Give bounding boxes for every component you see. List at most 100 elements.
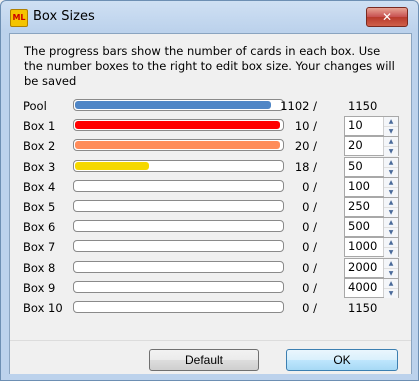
spin-down-icon[interactable]: ▼ [384, 227, 398, 238]
box-size-input[interactable] [345, 258, 384, 275]
progress-fill [75, 101, 271, 109]
box-label: Box 3 [23, 159, 56, 174]
spin-down-icon[interactable]: ▼ [384, 287, 398, 298]
title-bar: ML Box Sizes ✕ [1, 1, 418, 33]
window-title: Box Sizes [33, 9, 95, 24]
spinner-arrows: ▲ ▼ [383, 278, 398, 298]
ok-button[interactable]: OK [286, 349, 398, 371]
card-count: 0 / [302, 220, 317, 235]
box-label: Box 8 [23, 260, 56, 275]
spinner-arrows: ▲ ▼ [383, 137, 398, 157]
box-size-spinner[interactable]: ▲▼ [344, 176, 399, 197]
box-size-input[interactable] [345, 177, 384, 194]
box-label: Box 1 [23, 119, 56, 134]
box-row: Pool 1102 / 1150 [10, 96, 411, 116]
spin-up-icon[interactable]: ▲ [384, 137, 398, 147]
box-progress-bar [73, 179, 284, 192]
box-label: Box 7 [23, 240, 56, 255]
card-count: 0 / [302, 280, 317, 295]
close-button[interactable]: ✕ [366, 7, 408, 27]
box-row: Box 6 0 / ▲▼ [10, 217, 411, 238]
box-row: Box 8 0 / ▲▼ [10, 257, 411, 278]
card-count: 10 / [294, 119, 317, 134]
box-progress-bar [73, 159, 284, 172]
box-size-input[interactable] [345, 157, 384, 174]
box-label: Box 6 [23, 220, 56, 235]
box-label: Box 4 [23, 179, 56, 194]
card-count: 0 / [302, 200, 317, 214]
box-size-input[interactable] [345, 137, 384, 154]
box-row: Box 2 20 / ▲▼ [10, 136, 411, 157]
box-size-spinner[interactable]: ▲▼ [344, 237, 399, 258]
description-text: The progress bars show the number of car… [24, 44, 395, 88]
box-label: Box 5 [23, 200, 56, 214]
box-label: Box 10 [23, 301, 63, 315]
box-size-input[interactable] [345, 278, 384, 295]
box-size-spinner[interactable]: ▲▼ [344, 116, 399, 137]
box-size-spinner[interactable]: ▲▼ [344, 136, 399, 157]
box-size-spinner[interactable]: ▲▼ [344, 217, 399, 238]
box-progress-bar [73, 119, 284, 132]
spin-up-icon[interactable]: ▲ [384, 117, 398, 127]
spin-up-icon[interactable]: ▲ [384, 218, 398, 228]
card-count: 1102 / [280, 99, 317, 113]
card-count: 0 / [302, 179, 317, 194]
box-size-input[interactable] [345, 117, 384, 134]
box-progress-bar [73, 301, 284, 313]
box-progress-bar [73, 99, 284, 111]
box-label: Box 9 [23, 280, 56, 295]
spin-up-icon[interactable]: ▲ [384, 198, 398, 207]
spin-up-icon[interactable]: ▲ [384, 258, 398, 268]
card-count: 0 / [302, 260, 317, 275]
box-row: Box 3 18 / ▲▼ [10, 156, 411, 177]
spin-down-icon[interactable]: ▼ [384, 126, 398, 137]
box-progress-bar [73, 280, 284, 293]
spinner-arrows: ▲ ▼ [383, 117, 398, 137]
box-label: Box 2 [23, 139, 56, 154]
spin-down-icon[interactable]: ▼ [384, 146, 398, 157]
spin-down-icon[interactable]: ▼ [384, 166, 398, 177]
button-bar: Default OK [10, 340, 411, 374]
progress-fill [75, 121, 280, 130]
box-row: Box 1 10 / ▲▼ [10, 116, 411, 137]
default-button[interactable]: Default [149, 349, 259, 371]
card-count: 0 / [302, 301, 317, 315]
box-progress-bar [73, 220, 284, 233]
card-count: 0 / [302, 240, 317, 255]
box-progress-bar [73, 240, 284, 253]
spinner-arrows: ▲ ▼ [383, 157, 398, 177]
box-progress-bar [73, 200, 284, 212]
box-size-spinner[interactable]: ▲▼ [344, 156, 399, 177]
spin-up-icon[interactable]: ▲ [384, 157, 398, 167]
box-size-spinner[interactable]: ▲▼ [344, 257, 399, 278]
spinner-arrows: ▲ ▼ [383, 177, 398, 197]
spin-down-icon[interactable]: ▼ [384, 267, 398, 278]
box-size-value: 1150 [348, 99, 378, 113]
spinner-arrows: ▲ ▼ [383, 198, 398, 217]
box-size-spinner[interactable]: ▲▼ [344, 197, 399, 217]
card-count: 18 / [294, 159, 317, 174]
box-row: Box 10 0 / 1150 [10, 298, 411, 318]
box-progress-bar [73, 139, 284, 152]
spinner-arrows: ▲ ▼ [383, 218, 398, 238]
box-row: Box 7 0 / ▲▼ [10, 237, 411, 258]
spin-up-icon[interactable]: ▲ [384, 238, 398, 248]
box-size-input[interactable] [345, 198, 384, 214]
spin-up-icon[interactable]: ▲ [384, 177, 398, 187]
box-size-input[interactable] [345, 218, 384, 235]
box-row: Box 4 0 / ▲▼ [10, 176, 411, 197]
spin-up-icon[interactable]: ▲ [384, 278, 398, 288]
box-size-input[interactable] [345, 238, 384, 255]
spin-down-icon[interactable]: ▼ [384, 247, 398, 258]
spin-down-icon[interactable]: ▼ [384, 186, 398, 197]
box-label: Pool [23, 99, 47, 113]
app-icon: ML [10, 9, 28, 27]
spin-down-icon[interactable]: ▼ [384, 207, 398, 217]
box-row: Box 5 0 / ▲▼ [10, 197, 411, 217]
spinner-arrows: ▲ ▼ [383, 238, 398, 258]
card-count: 20 / [294, 139, 317, 154]
box-size-spinner[interactable]: ▲▼ [344, 277, 399, 298]
dialog-body: The progress bars show the number of car… [9, 33, 412, 374]
progress-fill [75, 141, 280, 150]
progress-fill [75, 161, 149, 170]
